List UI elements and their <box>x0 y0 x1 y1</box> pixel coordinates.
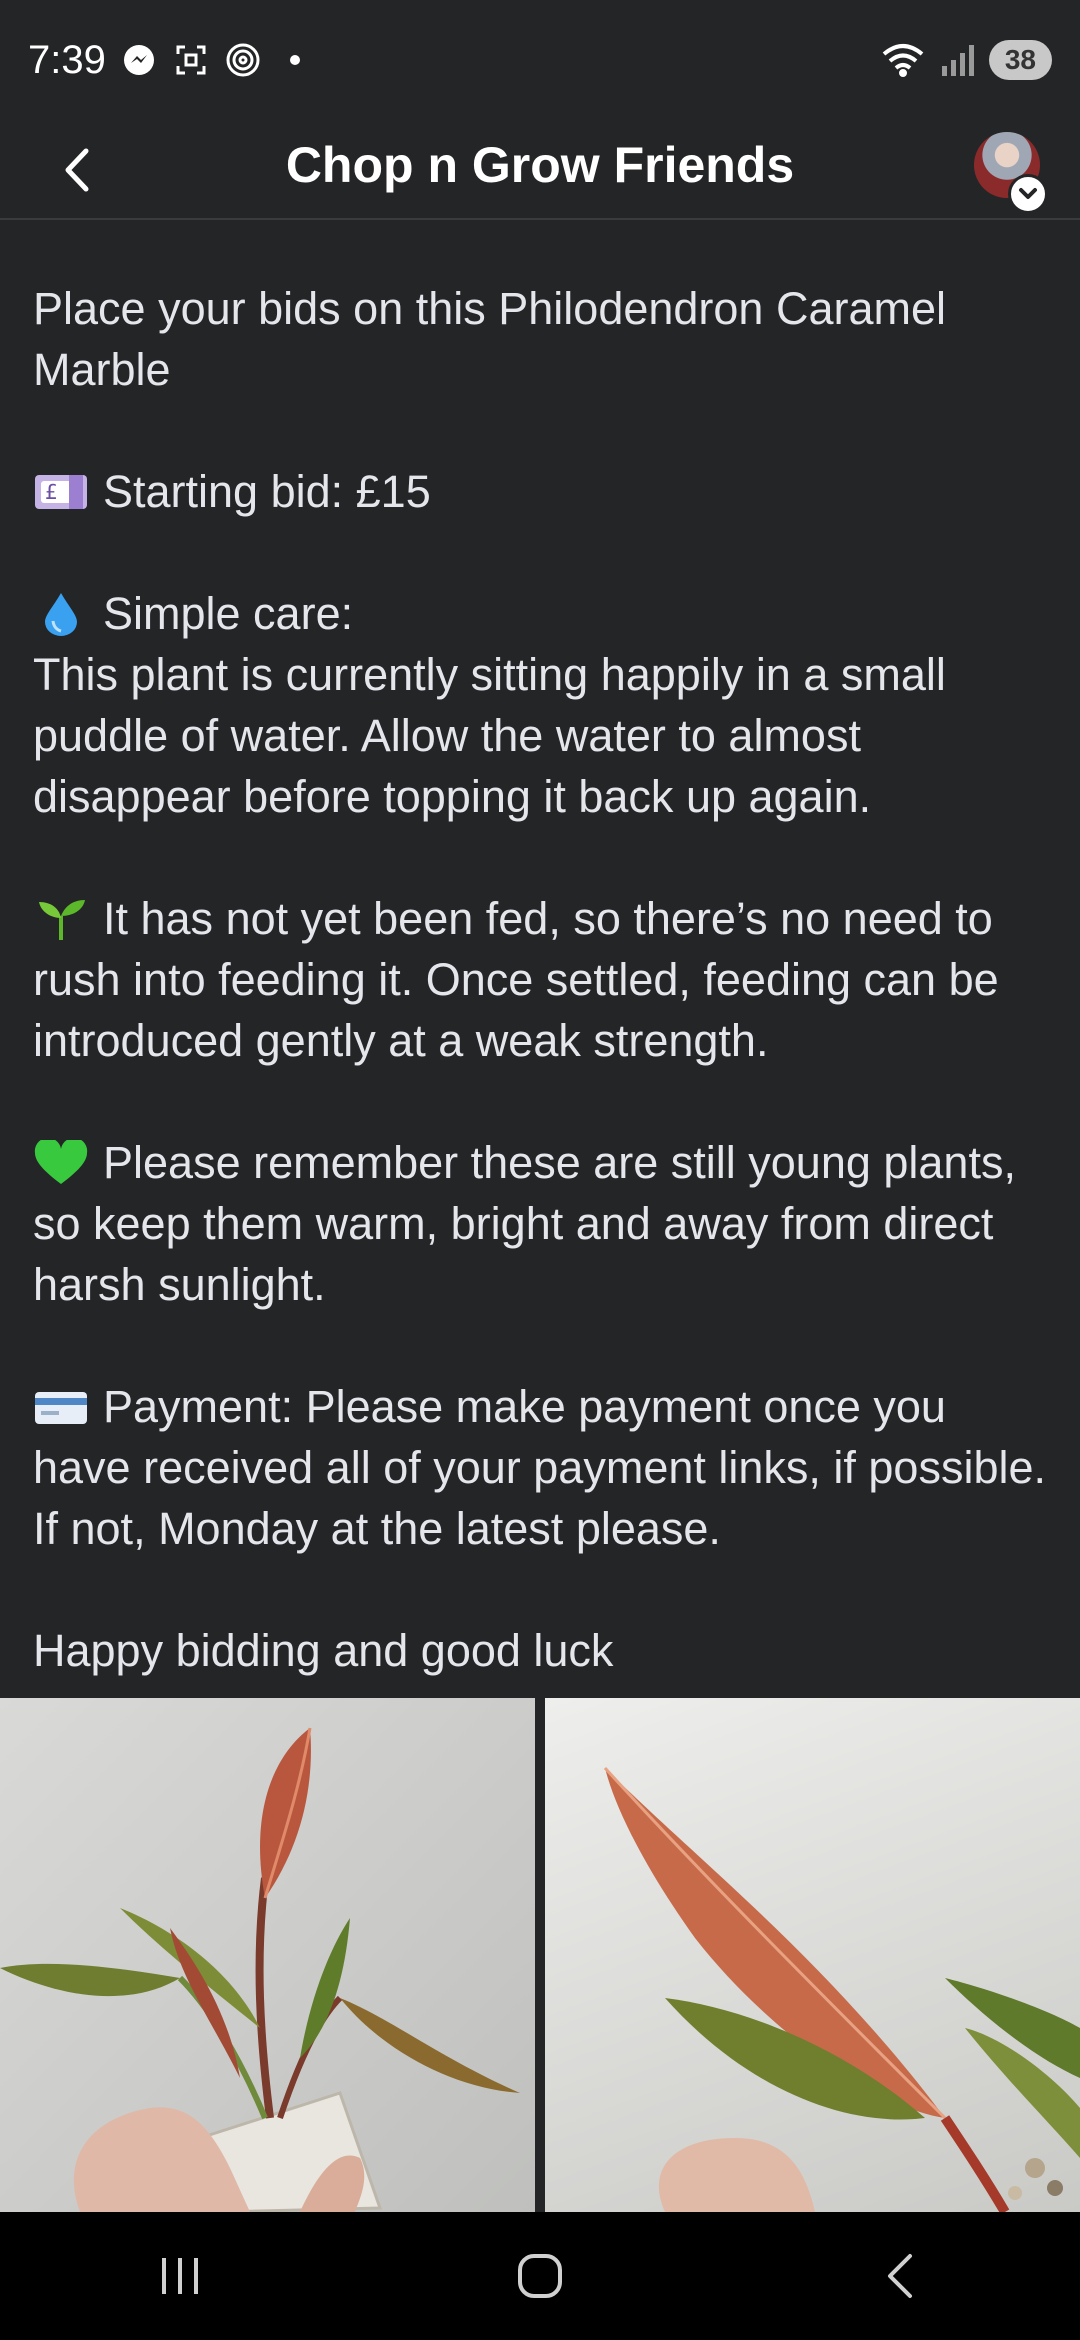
care-heading: Simple care: <box>103 588 354 639</box>
home-icon[interactable] <box>490 2236 590 2316</box>
payment-text: Payment: Please make payment once you ha… <box>33 1381 1047 1554</box>
post-body: Place your bids on this Philodendron Car… <box>33 278 1053 1681</box>
seedling-icon <box>33 896 89 942</box>
group-title[interactable]: Chop n Grow Friends <box>0 136 1080 194</box>
care-text: This plant is currently sitting happily … <box>33 649 946 822</box>
battery-indicator: 38 <box>988 40 1052 80</box>
status-time: 7:39 <box>28 37 106 82</box>
status-right: 38 <box>879 40 1052 80</box>
chevron-down-icon[interactable] <box>1008 174 1048 214</box>
messenger-icon <box>120 41 158 79</box>
closing-line: Happy bidding and good luck <box>33 1625 614 1676</box>
status-left: 7:39 <box>28 38 314 83</box>
care-section: Simple care: This plant is currently sit… <box>33 583 1053 827</box>
recent-apps-icon[interactable] <box>130 2236 230 2316</box>
dot-icon <box>276 41 314 79</box>
green-heart-icon <box>33 1137 89 1186</box>
starting-bid-line: £ Starting bid: £15 <box>33 461 1053 522</box>
plant-photo-1[interactable] <box>0 1698 535 2212</box>
wifi-icon <box>879 41 927 79</box>
system-nav-bar <box>0 2212 1080 2340</box>
reminder-text: Please remember these are still young pl… <box>33 1137 1016 1310</box>
feeding-text: It has not yet been fed, so there’s no n… <box>33 893 999 1066</box>
plant-photo-2[interactable] <box>545 1698 1080 2212</box>
credit-card-icon <box>33 1384 89 1430</box>
post-intro: Place your bids on this Philodendron Car… <box>33 283 947 395</box>
pound-banknote-icon: £ <box>33 469 89 515</box>
svg-text:£: £ <box>45 480 58 504</box>
payment-section: Payment: Please make payment once you ha… <box>33 1376 1053 1559</box>
photo-strip <box>0 1698 1080 2212</box>
back-icon[interactable] <box>850 2236 950 2316</box>
signal-icon <box>939 41 977 79</box>
status-bar: 7:39 38 <box>0 0 1080 120</box>
screenshot-icon <box>172 41 210 79</box>
feeding-section: It has not yet been fed, so there’s no n… <box>33 888 1053 1071</box>
droplet-icon <box>33 591 89 637</box>
reminder-section: Please remember these are still young pl… <box>33 1132 1053 1315</box>
starting-bid-text: Starting bid: £15 <box>103 466 431 517</box>
app-header: Chop n Grow Friends <box>0 120 1080 220</box>
nfc-icon <box>224 41 262 79</box>
